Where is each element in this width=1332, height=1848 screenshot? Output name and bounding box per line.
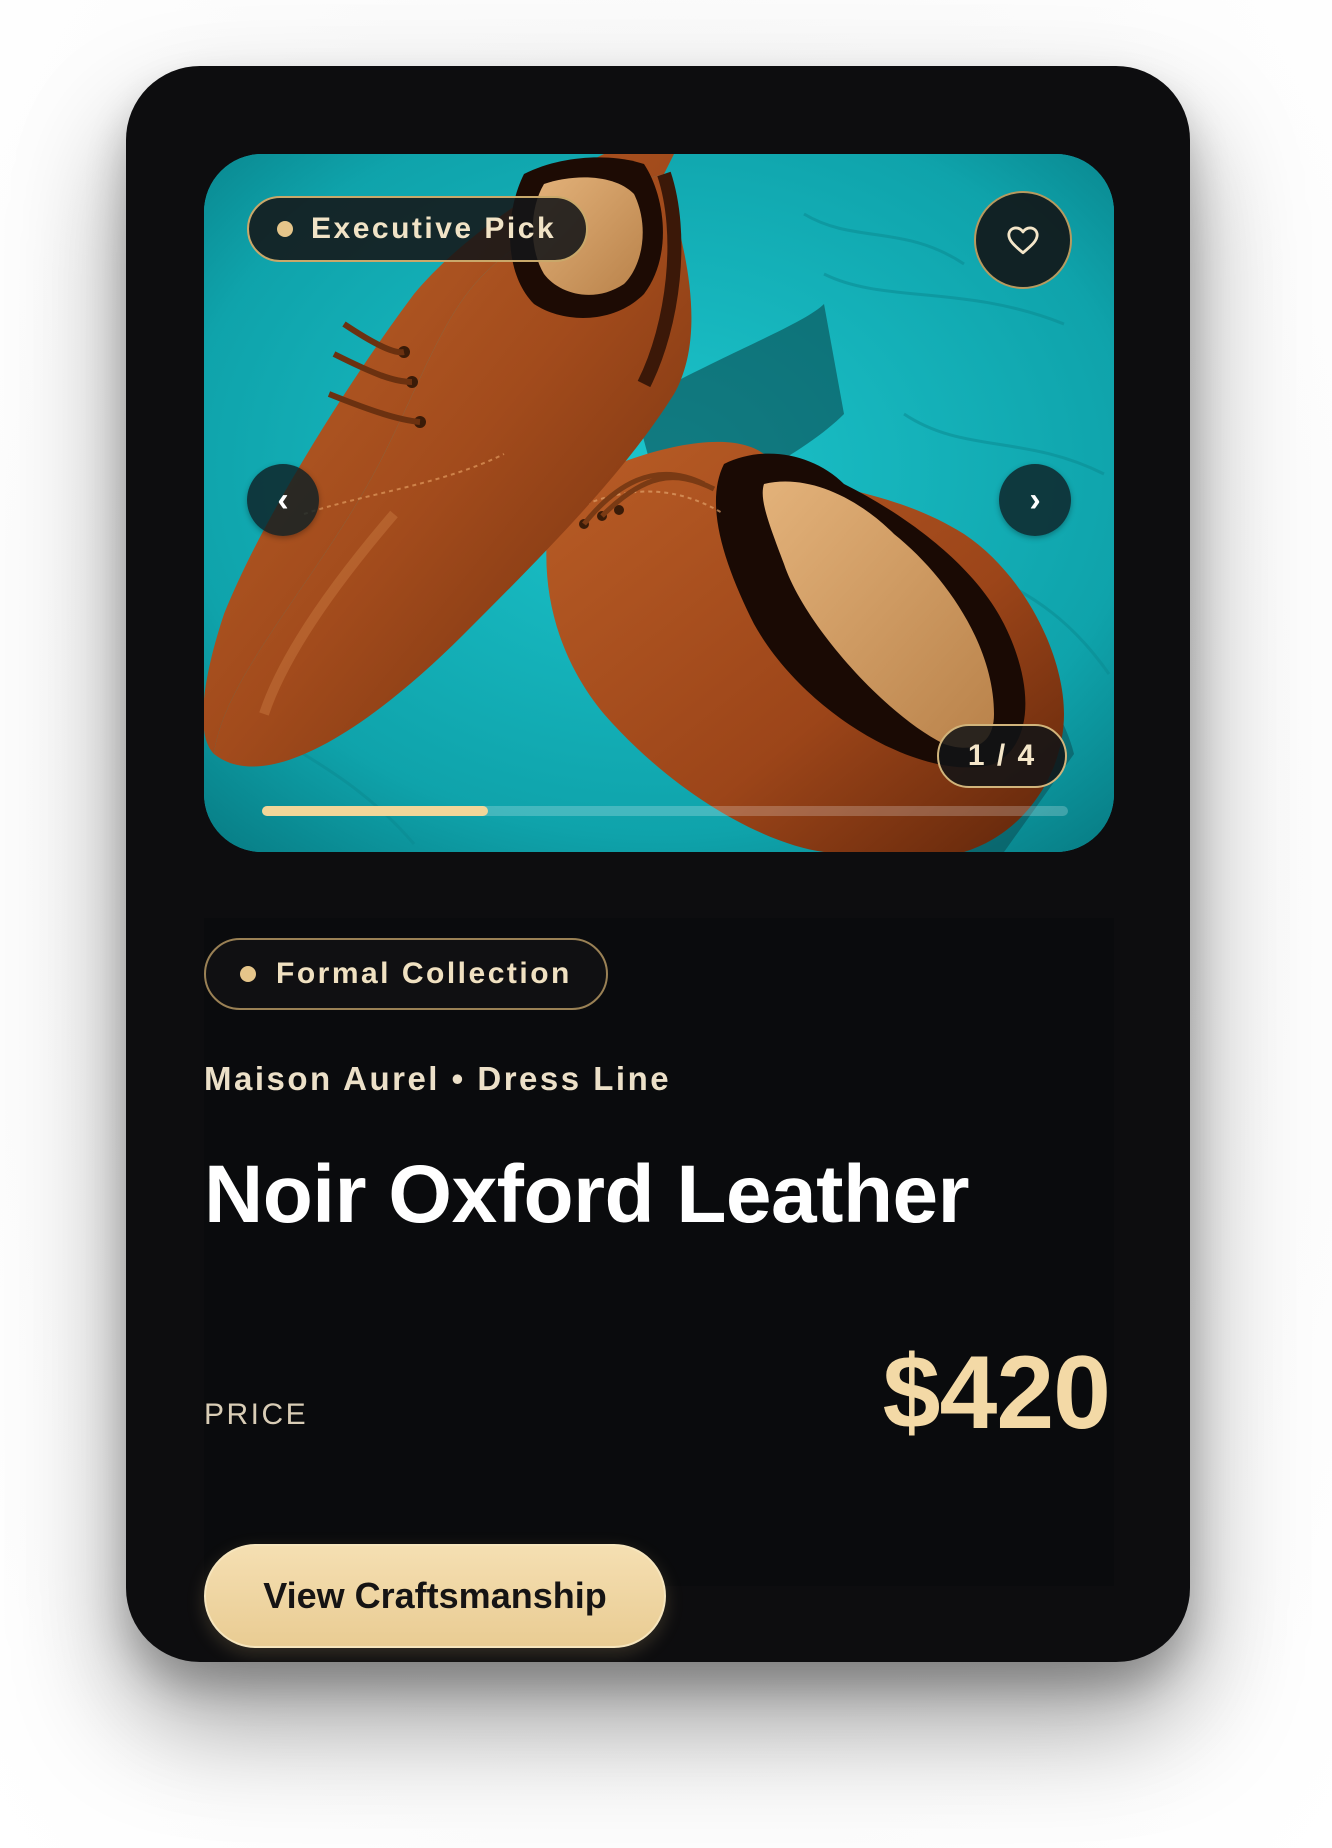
heart-icon xyxy=(1007,226,1039,255)
product-info: Formal Collection Maison Aurel • Dress L… xyxy=(204,918,1114,1648)
executive-pick-badge: Executive Pick xyxy=(247,196,589,262)
brand-line: Maison Aurel • Dress Line xyxy=(204,1060,672,1097)
image-counter: 1 / 4 xyxy=(937,724,1067,788)
collection-dot xyxy=(240,966,256,982)
previous-image-button[interactable]: ‹ xyxy=(247,464,319,536)
chevron-left-icon: ‹ xyxy=(277,480,289,519)
gallery-progress-track xyxy=(262,806,1068,816)
price-value: $420 xyxy=(882,1335,1111,1451)
price-label: PRICE xyxy=(204,1398,309,1431)
badge-label: Executive Pick xyxy=(311,212,557,245)
product-image-gallery[interactable]: Executive Pick ‹ › 1 / 4 xyxy=(204,154,1114,852)
favorite-button[interactable] xyxy=(974,191,1072,289)
chevron-right-icon: › xyxy=(1029,480,1041,519)
collection-tag[interactable]: Formal Collection xyxy=(204,938,608,1010)
product-title: Noir Oxford Leather xyxy=(204,1149,970,1240)
badge-dot xyxy=(277,221,293,237)
page-background: Executive Pick ‹ › 1 / 4 Formal Collecti… xyxy=(0,0,1332,1848)
collection-label: Formal Collection xyxy=(276,957,572,990)
view-craftsmanship-button[interactable]: View Craftsmanship xyxy=(204,1544,666,1648)
gallery-progress-fill xyxy=(262,806,488,816)
product-card: Executive Pick ‹ › 1 / 4 Formal Collecti… xyxy=(126,66,1190,1662)
next-image-button[interactable]: › xyxy=(999,464,1071,536)
